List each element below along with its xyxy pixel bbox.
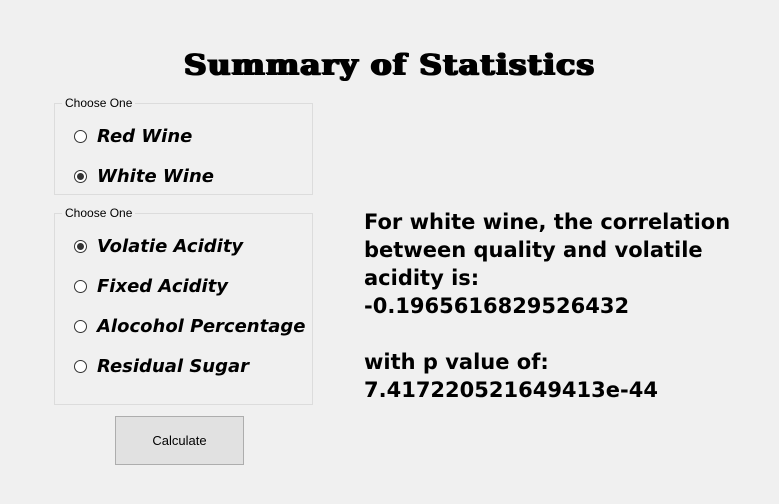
measure-group-legend: Choose One [62, 206, 136, 220]
result-line-3: acidity is: [364, 266, 480, 290]
radio-fixed-acidity-label[interactable]: Fixed Acidity [97, 276, 228, 297]
radio-residual-sugar-label[interactable]: Residual Sugar [97, 356, 249, 377]
result-line-2: between quality and volatile [364, 238, 703, 262]
radio-residual-sugar[interactable]: Residual Sugar [74, 354, 249, 378]
wine-type-group: Choose One Red Wine White Wine [54, 96, 313, 195]
radio-fixed-acidity-indicator[interactable] [74, 279, 87, 293]
page-title: Summary of Statistics [183, 48, 596, 81]
radio-red-wine-label[interactable]: Red Wine [97, 126, 192, 147]
p-value-label: with p value of: [364, 350, 549, 374]
result-text: For white wine, the correlation between … [364, 208, 769, 404]
calculate-button[interactable]: Calculate [115, 416, 244, 465]
measure-group: Choose One Volatie Acidity Fixed Acidity… [54, 206, 313, 405]
radio-volatile-acidity-indicator[interactable] [74, 239, 87, 253]
radio-alcohol-percentage[interactable]: Alocohol Percentage [74, 314, 305, 338]
radio-residual-sugar-indicator[interactable] [74, 359, 87, 373]
p-value: 7.417220521649413e-44 [364, 378, 658, 402]
radio-red-wine-indicator[interactable] [74, 129, 87, 143]
correlation-value: -0.1965616829526432 [364, 294, 630, 318]
radio-alcohol-percentage-label[interactable]: Alocohol Percentage [97, 316, 305, 337]
radio-volatile-acidity[interactable]: Volatie Acidity [74, 234, 243, 258]
radio-white-wine[interactable]: White Wine [74, 164, 214, 188]
result-line-1: For white wine, the correlation [364, 210, 731, 234]
radio-white-wine-label[interactable]: White Wine [97, 166, 214, 187]
radio-volatile-acidity-label[interactable]: Volatie Acidity [97, 236, 243, 257]
radio-fixed-acidity[interactable]: Fixed Acidity [74, 274, 228, 298]
radio-white-wine-indicator[interactable] [74, 169, 87, 183]
wine-type-group-legend: Choose One [62, 96, 136, 110]
result-spacer [364, 320, 769, 348]
radio-red-wine[interactable]: Red Wine [74, 124, 192, 148]
radio-alcohol-percentage-indicator[interactable] [74, 319, 87, 333]
